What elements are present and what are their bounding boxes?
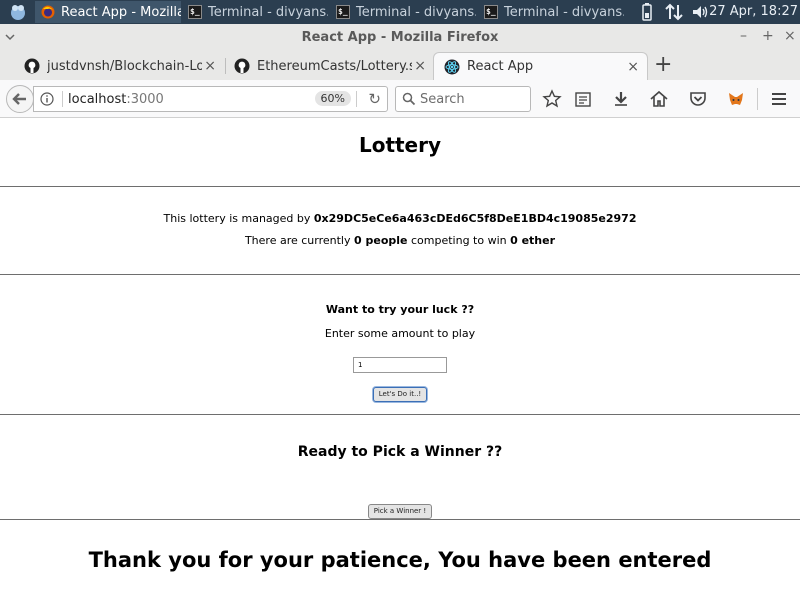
terminal-icon: $_ <box>188 5 202 19</box>
site-info-icon[interactable] <box>40 92 54 106</box>
players-middle: competing to win <box>407 234 511 247</box>
search-input[interactable] <box>420 90 524 108</box>
window-titlebar[interactable]: React App - Mozilla Firefox – + × <box>0 24 800 50</box>
pick-winner-button[interactable]: Pick a Winner ! <box>367 503 433 519</box>
try-luck-heading: Want to try your luck ?? <box>325 303 475 316</box>
firefox-icon <box>41 5 55 19</box>
divider <box>0 519 800 520</box>
players-prefix: There are currently <box>244 234 354 247</box>
amount-input[interactable] <box>353 357 447 373</box>
players-count: 0 people <box>354 234 408 247</box>
reading-list-icon[interactable] <box>573 89 593 109</box>
taskbar-item-label: Terminal - divyans... <box>356 4 476 20</box>
url-divider <box>356 91 357 107</box>
clock[interactable]: 27 Apr, 18:27 <box>709 4 798 19</box>
page-title: Lottery <box>358 133 442 157</box>
url-text[interactable]: localhost:3000 <box>68 92 164 107</box>
hamburger-menu-icon[interactable] <box>769 89 789 109</box>
taskbar-item-terminal[interactable]: $_ Terminal - divyans... <box>478 1 624 23</box>
tab-bar: justdvnsh/Blockchain-Lottery × EthereumC… <box>0 50 800 80</box>
github-icon <box>234 58 250 74</box>
minimize-icon[interactable]: – <box>740 28 747 44</box>
maximize-icon[interactable]: + <box>762 28 774 44</box>
window-title: React App - Mozilla Firefox <box>301 30 499 45</box>
tab-label: React App <box>467 59 534 74</box>
url-divider <box>62 91 63 107</box>
url-host: localhost <box>68 92 127 107</box>
zoom-indicator[interactable]: 60% <box>314 91 351 106</box>
metamask-icon[interactable] <box>726 89 746 109</box>
toolbar-divider <box>757 88 758 110</box>
terminal-icon: $_ <box>336 5 350 19</box>
home-icon[interactable] <box>649 89 669 109</box>
players-line: There are currently 0 people competing t… <box>0 234 800 247</box>
search-box[interactable] <box>395 86 531 112</box>
url-bar[interactable]: localhost:3000 60% ↻ <box>33 86 388 112</box>
divider <box>0 274 800 275</box>
react-icon <box>444 59 460 74</box>
network-icon[interactable] <box>664 2 684 22</box>
system-tray <box>640 0 710 24</box>
amount-row <box>0 352 800 373</box>
back-arrow-icon <box>12 93 26 105</box>
close-tab-icon[interactable]: × <box>627 59 639 75</box>
manager-address: 0x29DC5eCe6a463cDEd6C5f8DeE1BD4c19085e29… <box>313 212 637 225</box>
xfce-menu-icon[interactable] <box>8 2 28 22</box>
reload-icon[interactable]: ↻ <box>368 90 381 108</box>
back-button[interactable] <box>6 85 34 113</box>
new-tab-button[interactable]: + <box>654 52 672 77</box>
taskbar-item-terminal[interactable]: $_ Terminal - divyans... <box>330 1 476 23</box>
divider <box>0 414 800 415</box>
terminal-icon: $_ <box>484 5 498 19</box>
taskbar-item-terminal[interactable]: $_ Terminal - divyans... <box>182 1 328 23</box>
amount-label: Enter some amount to play <box>324 327 476 340</box>
search-icon <box>402 92 416 106</box>
taskbar-item-label: Terminal - divyans... <box>208 4 328 20</box>
prize-balance: 0 ether <box>510 234 556 247</box>
enter-lottery-button[interactable]: Let's Do it..! <box>372 386 428 402</box>
volume-icon[interactable] <box>690 2 710 22</box>
url-port: :3000 <box>126 92 164 107</box>
status-message: Thank you for your patience, You have be… <box>88 548 712 572</box>
desktop-panel: React App - Mozilla... $_ Terminal - div… <box>0 0 800 24</box>
tab-label: justdvnsh/Blockchain-Lottery <box>47 58 202 74</box>
manager-line: This lottery is managed by 0x29DC5eCe6a4… <box>0 212 800 225</box>
battery-icon[interactable] <box>640 2 654 22</box>
tab-blockchain-lottery[interactable]: justdvnsh/Blockchain-Lottery × <box>14 52 224 80</box>
taskbar-item-label: Terminal - divyans... <box>504 4 624 20</box>
pick-winner-heading: Ready to Pick a Winner ?? <box>297 444 503 460</box>
nav-toolbar: localhost:3000 60% ↻ <box>0 80 800 118</box>
close-tab-icon[interactable]: × <box>414 58 426 74</box>
pocket-icon[interactable] <box>688 89 708 109</box>
close-window-icon[interactable]: × <box>784 28 796 44</box>
download-icon[interactable] <box>611 89 631 109</box>
bookmark-star-icon[interactable] <box>542 89 562 109</box>
manager-prefix: This lottery is managed by <box>163 212 314 225</box>
tab-ethereumcasts[interactable]: EthereumCasts/Lottery.sol × <box>224 52 434 80</box>
taskbar-item-label: React App - Mozilla... <box>61 4 181 20</box>
enter-row: Let's Do it..! <box>0 381 800 402</box>
divider <box>0 186 800 187</box>
page-content: Lottery This lottery is managed by 0x29D… <box>0 119 800 600</box>
close-tab-icon[interactable]: × <box>204 58 216 74</box>
github-icon <box>24 58 40 74</box>
taskbar-item-firefox[interactable]: React App - Mozilla... <box>35 1 181 23</box>
tab-label: EthereumCasts/Lottery.sol <box>257 58 412 74</box>
tab-react-app[interactable]: React App × <box>433 52 648 80</box>
pick-row: Pick a Winner ! <box>0 498 800 519</box>
